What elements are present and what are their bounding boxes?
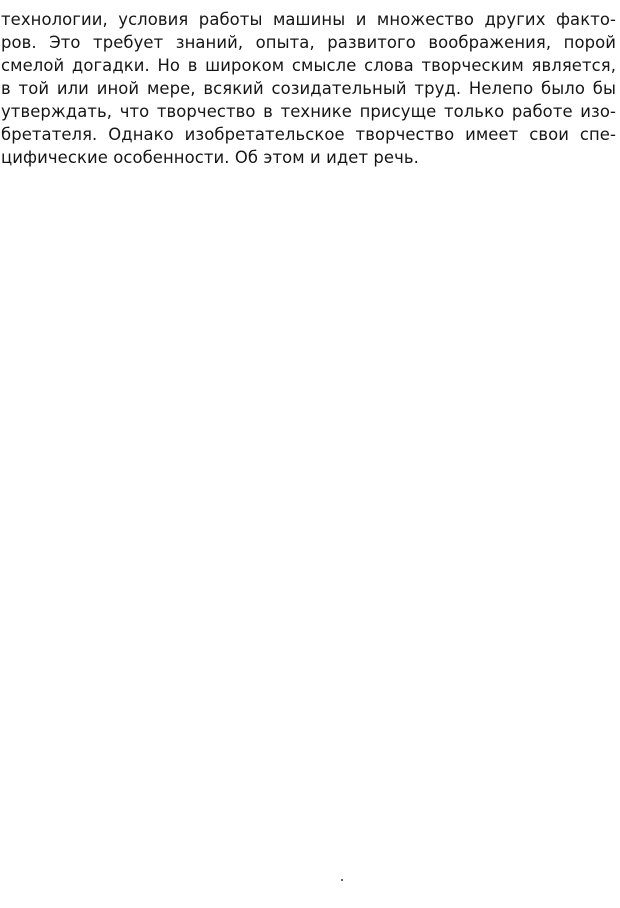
paragraph-line: технологии, условия работы машины и множ… xyxy=(1,10,616,29)
scan-speck xyxy=(341,879,343,881)
paragraph-line: цифические особенности. Об этом и идет р… xyxy=(1,148,419,167)
paragraph-line: утверждать, что творчество в технике при… xyxy=(1,102,616,121)
paragraph-line: бретателя. Однако изобретательское творч… xyxy=(1,125,616,144)
paragraph-line: в той или иной мере, всякий созидательны… xyxy=(1,79,616,98)
text-block: технологии, условия работы машины и множ… xyxy=(0,8,620,169)
paragraph-line: смелой догадки. Но в широком смысле слов… xyxy=(1,56,616,75)
paragraph-line: ров. Это требует знаний, опыта, развитог… xyxy=(1,33,616,52)
